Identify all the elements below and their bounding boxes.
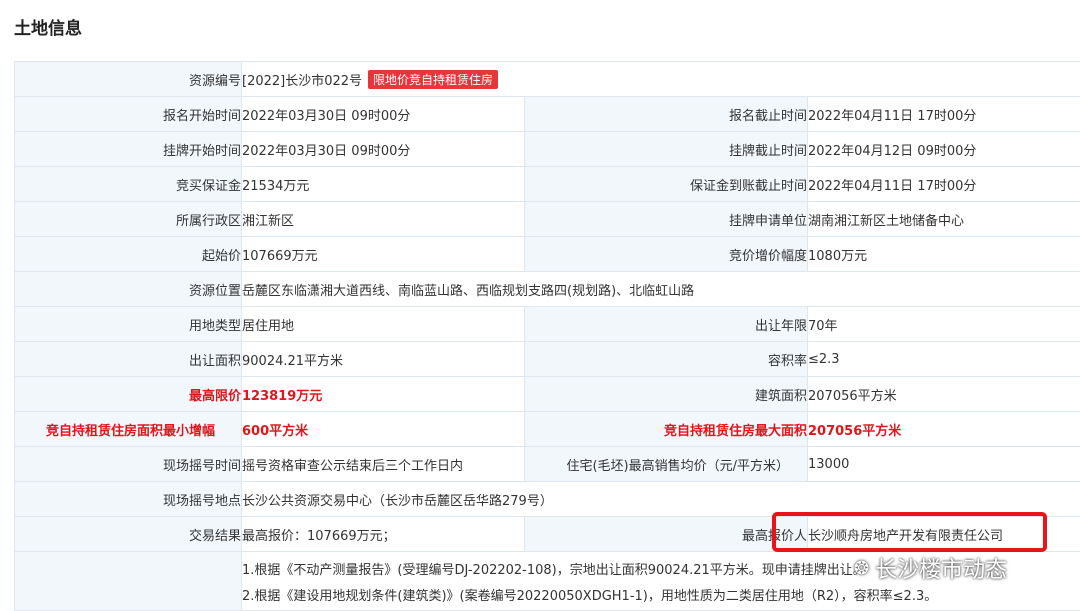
value-resource-id: [2022]长沙市022号 限地价竞自持租赁住房 (241, 61, 1080, 97)
value-land-type: 居住用地 (241, 306, 525, 342)
table-row: 起始价 107669万元 竞价增价幅度 1080万元 (14, 236, 1080, 272)
resource-id-text: [2022]长沙市022号 (242, 73, 363, 89)
value-deposit-deadline: 2022年04月11日 17时00分 (807, 166, 1080, 202)
label-signup-end: 报名截止时间 (524, 96, 808, 132)
label-listing-start: 挂牌开始时间 (14, 131, 242, 167)
label-district: 所属行政区 (14, 201, 242, 237)
value-far: ≤2.3 (807, 341, 1080, 377)
value-listing-end: 2022年04月12日 09时00分 (807, 131, 1080, 167)
table-row-resource-id: 资源编号 [2022]长沙市022号 限地价竞自持租赁住房 (14, 61, 1080, 97)
label-applicant: 挂牌申请单位 (524, 201, 808, 237)
value-location: 岳麓区东临潇湘大道西线、南临蓝山路、西临规划支路四(规划路)、北临虹山路 (241, 271, 1080, 307)
table-row: 出让面积 90024.21平方米 容积率 ≤2.3 (14, 341, 1080, 377)
value-district: 湘江新区 (241, 201, 525, 237)
value-result: 最高报价：107669万元； (241, 516, 525, 552)
value-building-area: 207056平方米 (807, 376, 1080, 412)
label-location: 资源位置 (14, 271, 242, 307)
label-result: 交易结果 (14, 516, 242, 552)
value-area: 90024.21平方米 (241, 341, 525, 377)
label-notes (14, 551, 242, 611)
label-max-rental-area: 竞自持租赁住房最大面积 (524, 411, 808, 447)
label-top-bidder: 最高报价人 (524, 516, 808, 552)
watermark: ❂ 长沙楼市动态 (854, 552, 1007, 584)
watermark-text: 长沙楼市动态 (875, 558, 1008, 583)
table-row: 最高限价 123819万元 建筑面积 207056平方米 (14, 376, 1080, 412)
label-term: 出让年限 (524, 306, 808, 342)
wechat-icon: ❂ (854, 557, 870, 579)
label-min-rental-increment: 竞自持租赁住房面积最小增幅 (14, 411, 242, 447)
label-lottery-place: 现场摇号地点 (14, 481, 242, 517)
value-term: 70年 (807, 306, 1080, 342)
value-applicant: 湖南湘江新区土地储备中心 (807, 201, 1080, 237)
label-far: 容积率 (524, 341, 808, 377)
label-lottery-time: 现场摇号时间 (14, 446, 242, 482)
table-row: 报名开始时间 2022年03月30日 09时00分 报名截止时间 2022年04… (14, 96, 1080, 132)
label-area: 出让面积 (14, 341, 242, 377)
label-building-area: 建筑面积 (524, 376, 808, 412)
table-row: 竞买保证金 21534万元 保证金到账截止时间 2022年04月11日 17时0… (14, 166, 1080, 202)
label-increment: 竞价增价幅度 (524, 236, 808, 272)
value-increment: 1080万元 (807, 236, 1080, 272)
label-start-price: 起始价 (14, 236, 242, 272)
label-resource-id: 资源编号 (14, 61, 242, 97)
table-row: 竞自持租赁住房面积最小增幅 600平方米 竞自持租赁住房最大面积 207056平… (14, 411, 1080, 447)
table-row: 所属行政区 湘江新区 挂牌申请单位 湖南湘江新区土地储备中心 (14, 201, 1080, 237)
label-signup-start: 报名开始时间 (14, 96, 242, 132)
status-badge: 限地价竞自持租赁住房 (368, 69, 499, 89)
value-min-rental-increment: 600平方米 (241, 411, 525, 447)
table-row: 资源位置 岳麓区东临潇湘大道西线、南临蓝山路、西临规划支路四(规划路)、北临虹山… (14, 271, 1080, 307)
value-deposit: 21534万元 (241, 166, 525, 202)
value-max-sale-price: 13000 (807, 446, 1080, 482)
value-listing-start: 2022年03月30日 09时00分 (241, 131, 525, 167)
label-listing-end: 挂牌截止时间 (524, 131, 808, 167)
label-max-sale-price: 住宅(毛坯)最高销售均价（元/平方米） (524, 446, 808, 482)
table-row: 挂牌开始时间 2022年03月30日 09时00分 挂牌截止时间 2022年04… (14, 131, 1080, 167)
label-land-type: 用地类型 (14, 306, 242, 342)
value-signup-start: 2022年03月30日 09时00分 (241, 96, 525, 132)
value-start-price: 107669万元 (241, 236, 525, 272)
table-row: 用地类型 居住用地 出让年限 70年 (14, 306, 1080, 342)
table-row: 现场摇号时间 摇号资格审查公示结束后三个工作日内 住宅(毛坯)最高销售均价（元/… (14, 446, 1080, 482)
label-max-price: 最高限价 (14, 376, 242, 412)
label-deposit-deadline: 保证金到账截止时间 (524, 166, 808, 202)
note-line-2: 2.根据《建设用地规划条件(建筑类)》(案卷编号20220050XDGH1-1)… (242, 589, 938, 604)
label-deposit: 竞买保证金 (14, 166, 242, 202)
value-max-price: 123819万元 (241, 376, 525, 412)
section-title: 土地信息 (14, 19, 82, 39)
highlight-box (772, 512, 1047, 552)
value-lottery-time: 摇号资格审查公示结束后三个工作日内 (241, 446, 525, 482)
value-signup-end: 2022年04月11日 17时00分 (807, 96, 1080, 132)
value-max-rental-area: 207056平方米 (807, 411, 1080, 447)
